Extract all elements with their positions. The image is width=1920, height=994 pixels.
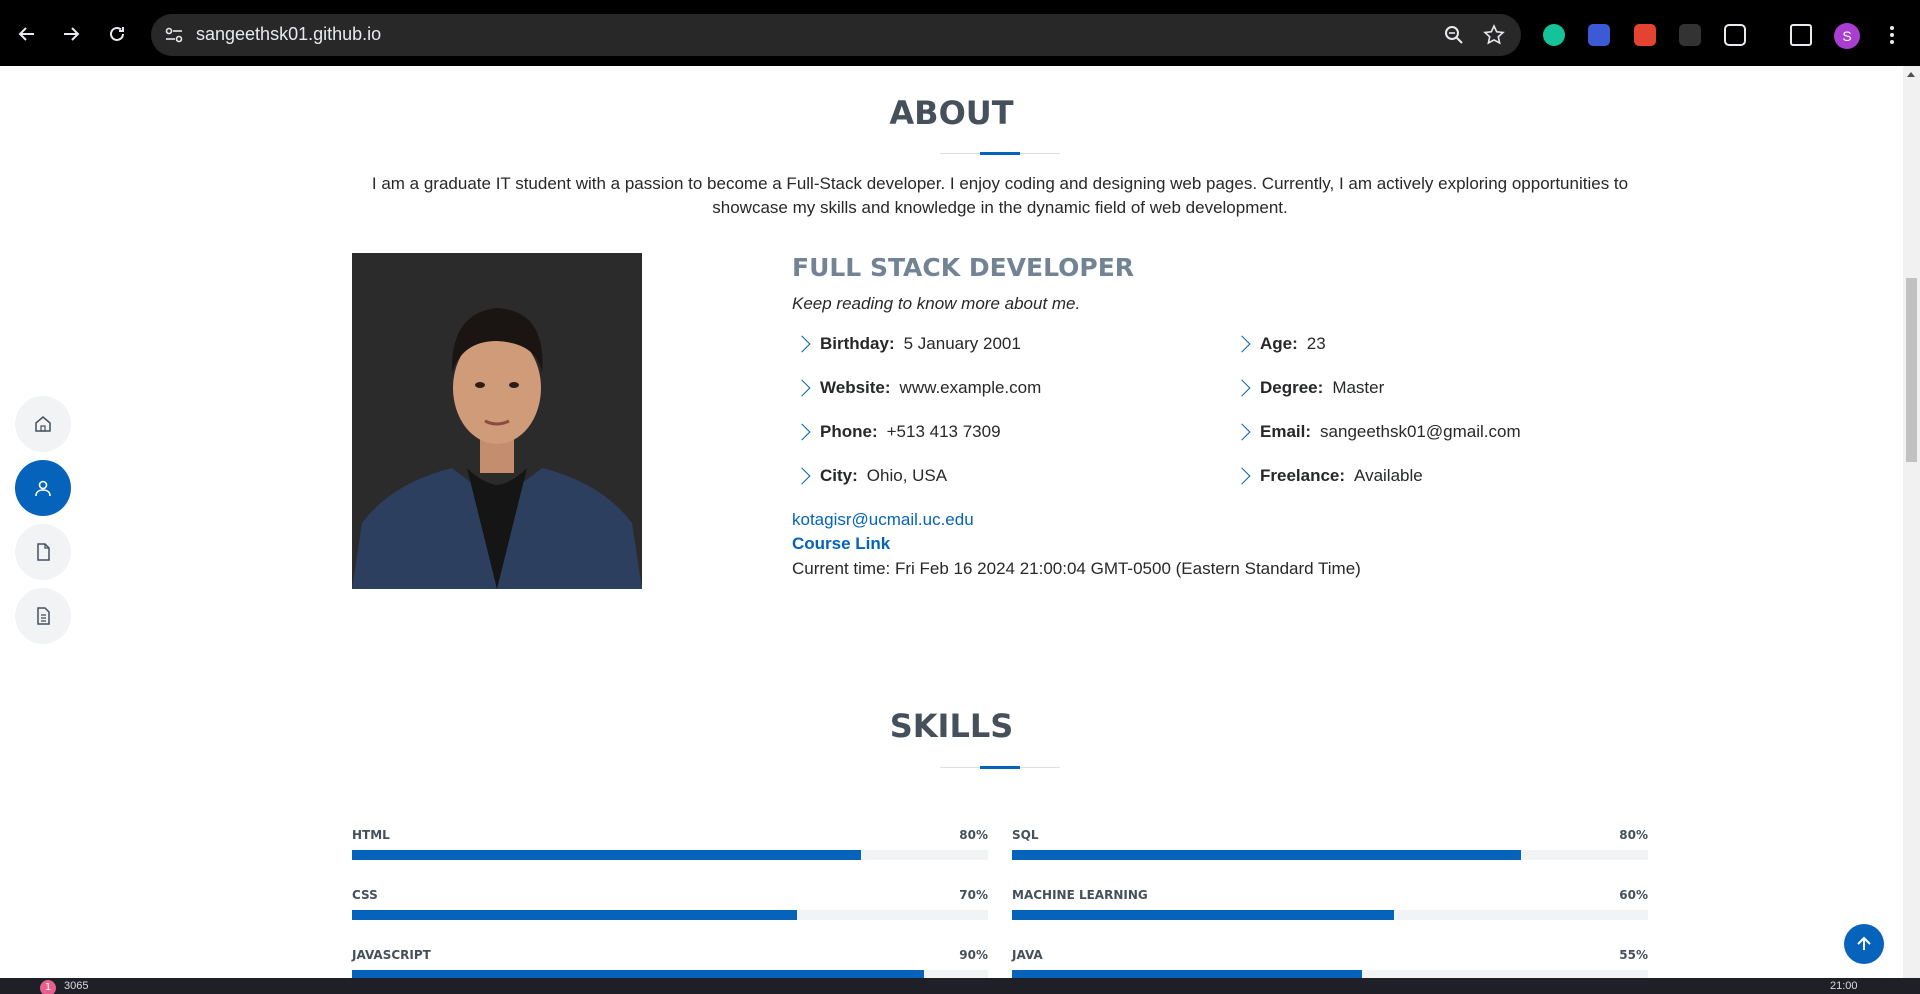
nav-about-button[interactable] [15, 460, 71, 516]
scroll-up-arrow-icon[interactable] [1907, 72, 1915, 77]
forward-arrow-icon [64, 27, 80, 41]
back-to-top-button[interactable] [1844, 924, 1884, 964]
reload-button[interactable] [101, 18, 133, 50]
email-link[interactable]: kotagisr@ucmail.uc.edu [792, 510, 974, 530]
chevron-right-icon [793, 379, 811, 397]
skill-progress-fill [1012, 970, 1362, 978]
person-icon [35, 480, 51, 497]
profile-photo [352, 253, 642, 589]
about-title: ABOUT [889, 94, 1014, 132]
chevron-right-icon [1233, 467, 1251, 485]
skill-name: HTML [352, 828, 390, 842]
forward-button[interactable] [55, 18, 87, 50]
grammarly-extension-icon[interactable] [1543, 24, 1565, 46]
browser-toolbar: sangeethsk01.github.io S [0, 0, 1920, 66]
menu-kebab-icon[interactable] [1885, 24, 1899, 46]
page-scrollbar[interactable] [1903, 66, 1920, 978]
todoist-extension-icon[interactable] [1634, 24, 1656, 46]
skill-progress-fill [1012, 850, 1521, 860]
skill-progress-track [352, 850, 988, 860]
skills-title-accent [980, 766, 1020, 769]
taskbar-widget-text: 3065 [64, 980, 89, 992]
about-description: I am a graduate IT student with a passio… [371, 174, 1629, 217]
info-freelance: Freelance: Available [1233, 466, 1423, 486]
nav-portfolio-button[interactable] [15, 588, 71, 644]
side-panel-icon[interactable] [1790, 24, 1812, 46]
chevron-right-icon [1233, 335, 1251, 353]
back-button[interactable] [11, 18, 43, 50]
site-settings-icon[interactable] [163, 24, 185, 46]
reload-icon [110, 26, 124, 41]
course-link[interactable]: Course Link [792, 534, 890, 554]
chevron-right-icon [793, 423, 811, 441]
file-icon [37, 543, 50, 561]
skill-percent: 90% [959, 948, 988, 962]
skill-name: JAVASCRIPT [352, 948, 431, 962]
chevron-right-icon [793, 335, 811, 353]
page-viewport: ABOUT I am a graduate IT student with a … [0, 66, 1903, 978]
info-birthday: Birthday: 5 January 2001 [793, 334, 1021, 354]
skill-progress-track [352, 910, 988, 920]
skill-percent: 80% [1619, 828, 1648, 842]
chevron-right-icon [1233, 423, 1251, 441]
extensions-puzzle-icon[interactable] [1724, 24, 1746, 46]
info-phone: Phone: +513 413 7309 [793, 422, 1001, 442]
skill-percent: 60% [1619, 888, 1648, 902]
skill-percent: 70% [959, 888, 988, 902]
os-taskbar: 1 3065 21:00 [0, 978, 1920, 994]
current-time: Current time: Fri Feb 16 2024 21:00:04 G… [792, 559, 1361, 578]
info-city: City: Ohio, USA [793, 466, 947, 486]
url-text[interactable]: sangeethsk01.github.io [196, 24, 381, 45]
screen-extension-icon[interactable] [1588, 24, 1610, 46]
skill-progress-track [1012, 970, 1648, 978]
about-tagline: Keep reading to know more about me. [792, 294, 1081, 313]
bookmark-star-icon[interactable] [1483, 24, 1505, 46]
hat-extension-icon[interactable] [1679, 24, 1701, 46]
skill-name: SQL [1012, 828, 1039, 842]
info-degree: Degree: Master [1233, 378, 1384, 398]
skill-percent: 55% [1619, 948, 1648, 962]
nav-resume-button[interactable] [15, 524, 71, 580]
document-icon [37, 607, 50, 625]
skill-progress-track [1012, 910, 1648, 920]
notification-badge[interactable]: 1 [40, 980, 56, 994]
nav-home-button[interactable] [15, 396, 71, 452]
skill-name: JAVA [1012, 948, 1043, 962]
about-title-accent [980, 152, 1020, 155]
skill-name: CSS [352, 888, 378, 902]
back-arrow-icon [18, 27, 34, 41]
role-title: FULL STACK DEVELOPER [792, 253, 1135, 282]
address-bar[interactable]: sangeethsk01.github.io [151, 14, 1521, 56]
profile-avatar[interactable]: S [1834, 23, 1860, 49]
info-age: Age: 23 [1233, 334, 1326, 354]
taskbar-clock: 21:00 [1830, 980, 1858, 992]
info-website: Website: www.example.com [793, 378, 1041, 398]
skill-progress-fill [1012, 910, 1394, 920]
skills-title: SKILLS [889, 707, 1014, 745]
info-email: Email: sangeethsk01@gmail.com [1233, 422, 1521, 442]
skill-progress-fill [352, 910, 797, 920]
chevron-right-icon [793, 467, 811, 485]
skill-name: MACHINE LEARNING [1012, 888, 1148, 902]
arrow-up-icon [1857, 936, 1871, 950]
zoom-icon[interactable] [1443, 24, 1465, 46]
home-icon [35, 416, 51, 432]
skill-progress-fill [352, 850, 861, 860]
scrollbar-thumb[interactable] [1906, 278, 1917, 462]
skill-progress-track [1012, 850, 1648, 860]
skill-progress-fill [352, 970, 924, 978]
skill-percent: 80% [959, 828, 988, 842]
skill-progress-track [352, 970, 988, 978]
chevron-right-icon [1233, 379, 1251, 397]
